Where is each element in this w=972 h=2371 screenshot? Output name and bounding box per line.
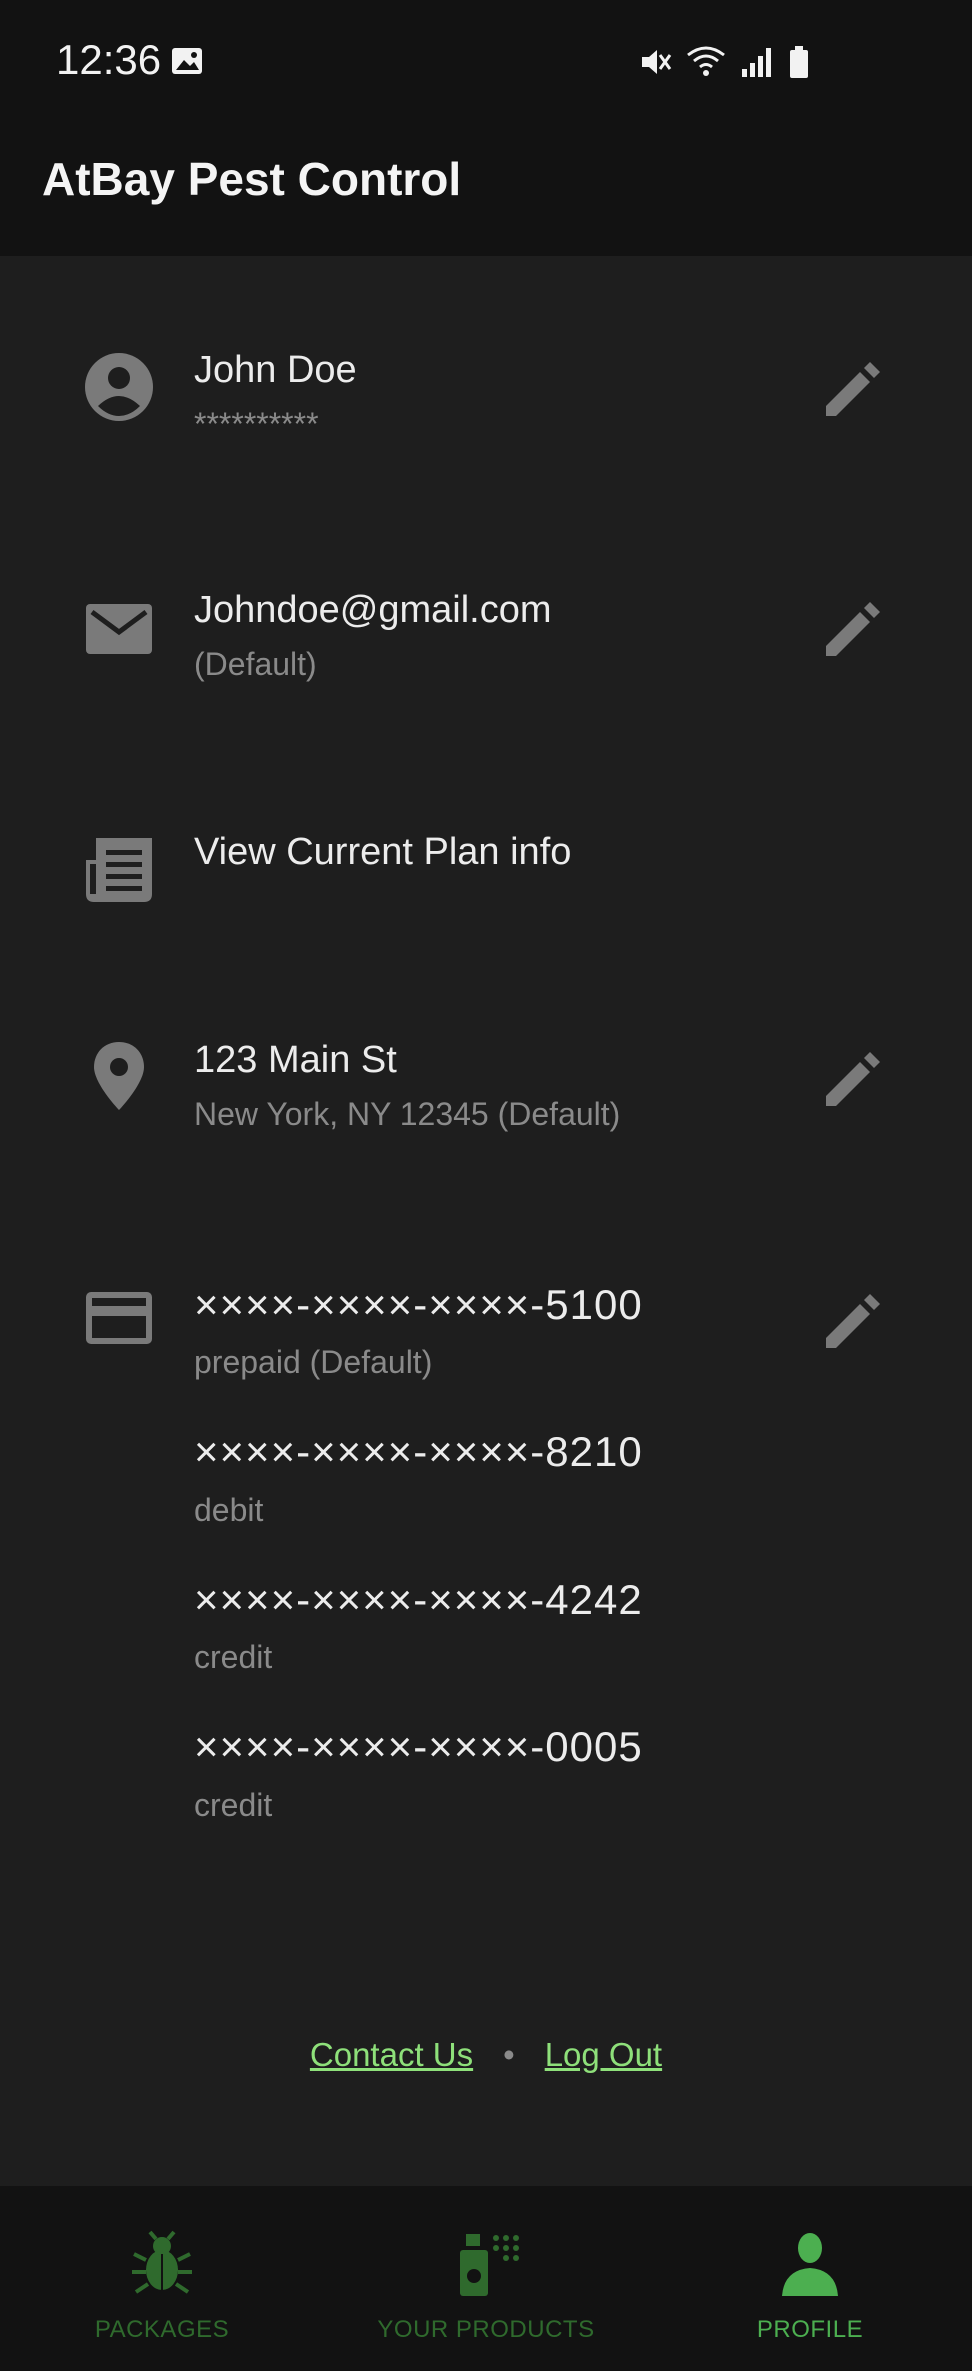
nav-your-products-label: YOUR PRODUCTS <box>377 2316 595 2343</box>
battery-icon <box>790 46 808 78</box>
card-item[interactable]: ××××-××××-××××-5100 prepaid (Default) <box>194 1280 643 1381</box>
article-icon <box>86 838 152 902</box>
image-notification-icon <box>172 48 202 74</box>
card-type: prepaid (Default) <box>194 1344 433 1381</box>
app-title: AtBay Pest Control <box>42 153 462 205</box>
wifi-icon <box>687 46 725 76</box>
credit-card-icon <box>86 1292 152 1344</box>
nav-your-products[interactable]: YOUR PRODUCTS <box>324 2186 648 2371</box>
app-bar: AtBay Pest Control <box>0 128 972 256</box>
nav-profile-label: PROFILE <box>756 2316 864 2343</box>
card-type: credit <box>194 1786 273 1823</box>
edit-address-icon[interactable] <box>818 1044 888 1114</box>
status-icons <box>638 44 810 80</box>
address-city: New York, NY 12345 (Default) <box>194 1095 621 1132</box>
log-out-link[interactable]: Log Out <box>545 2036 662 2073</box>
spray-bottle-icon <box>460 2234 519 2296</box>
edit-name-icon[interactable] <box>818 354 888 424</box>
card-number: ××××-××××-××××-5100 <box>194 1281 643 1328</box>
card-number: ××××-××××-××××-0005 <box>194 1723 643 1771</box>
address-street: 123 Main St <box>194 1039 397 1081</box>
view-plan-link[interactable]: View Current Plan info <box>194 830 571 876</box>
card-type: debit <box>194 1491 264 1528</box>
bug-icon <box>132 2230 192 2294</box>
mute-icon <box>642 50 672 74</box>
card-number: ××××-××××-××××-4242 <box>194 1575 643 1623</box>
status-bar: 12:36 <box>0 0 972 128</box>
account-circle-icon <box>85 353 153 421</box>
contact-us-link[interactable]: Contact Us <box>310 2036 473 2073</box>
nav-packages[interactable]: PACKAGES <box>0 2186 324 2371</box>
nav-profile[interactable]: PROFILE <box>648 2186 972 2371</box>
signal-icon <box>742 48 771 77</box>
footer-links: Contact Us • Log Out <box>0 2036 972 2074</box>
bottom-nav: PACKAGES YOUR PRODUCTS PROFILE <box>0 2186 972 2371</box>
status-time: 12:36 <box>56 36 162 83</box>
nav-packages-label: PACKAGES <box>94 2316 230 2343</box>
password-mask: ********** <box>194 405 319 442</box>
card-item[interactable]: ××××-××××-××××-4242 credit <box>194 1575 643 1676</box>
card-type: credit <box>194 1639 273 1676</box>
mail-icon <box>86 604 152 654</box>
person-icon <box>782 2233 838 2296</box>
email-default-note: (Default) <box>194 645 317 682</box>
card-item[interactable]: ××××-××××-××××-8210 debit <box>194 1427 643 1528</box>
card-number: ××××-××××-××××-8210 <box>194 1428 643 1476</box>
profile-name: John Doe <box>194 349 357 391</box>
location-pin-icon <box>94 1042 144 1110</box>
card-item[interactable]: ××××-××××-××××-0005 credit <box>194 1722 643 1823</box>
email-address: Johndoe@gmail.com <box>194 589 552 631</box>
link-separator: • <box>503 2036 515 2073</box>
edit-payment-icon[interactable] <box>818 1286 888 1356</box>
edit-email-icon[interactable] <box>818 594 888 664</box>
